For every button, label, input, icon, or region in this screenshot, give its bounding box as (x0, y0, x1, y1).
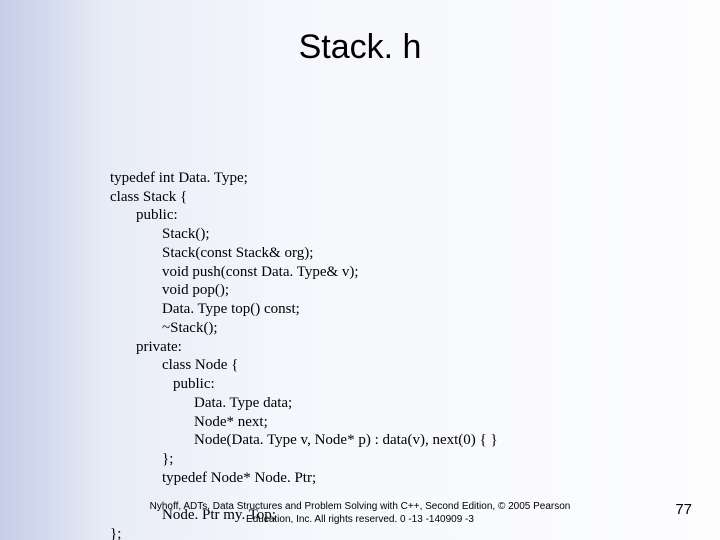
code-block: typedef int Data. Type; class Stack { pu… (110, 150, 498, 540)
code-line: typedef int Data. Type; (110, 170, 248, 186)
page-number: 77 (675, 501, 692, 518)
slide: Stack. h typedef int Data. Type; class S… (0, 0, 720, 540)
code-line: class Node { (110, 357, 238, 373)
code-line: Node* next; (110, 414, 268, 430)
code-line: Data. Type data; (110, 395, 292, 411)
footer-line: Education, Inc. All rights reserved. 0 -… (120, 514, 600, 527)
code-line: ~Stack(); (110, 320, 218, 336)
slide-title: Stack. h (0, 0, 720, 67)
code-line: public: (110, 207, 178, 223)
footer-citation: Nyhoff, ADTs, Data Structures and Proble… (0, 501, 720, 526)
code-line: typedef Node* Node. Ptr; (110, 470, 316, 486)
code-line: void pop(); (110, 282, 229, 298)
code-line: Stack(); (110, 226, 209, 242)
code-line: }; (110, 451, 173, 467)
code-line: Stack(const Stack& org); (110, 245, 313, 261)
code-line: Node(Data. Type v, Node* p) : data(v), n… (110, 432, 498, 448)
code-line: }; (110, 526, 121, 540)
code-line: Data. Type top() const; (110, 301, 300, 317)
code-line: public: (110, 376, 215, 392)
code-line: void push(const Data. Type& v); (110, 264, 359, 280)
code-line: class Stack { (110, 189, 187, 205)
code-line: private: (110, 339, 182, 355)
footer-line: Nyhoff, ADTs, Data Structures and Proble… (120, 501, 600, 514)
